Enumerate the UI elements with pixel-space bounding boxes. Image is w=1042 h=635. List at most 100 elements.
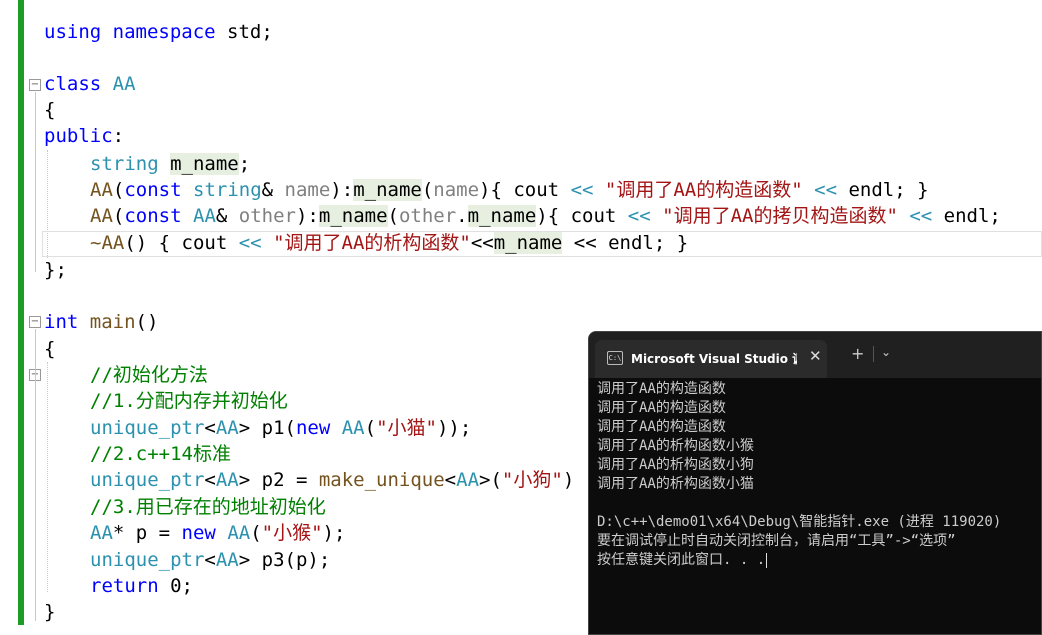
dtor-name: ~AA — [90, 232, 125, 254]
ref: & — [215, 205, 239, 227]
code-line-return: return 0; — [90, 573, 193, 599]
string-literal: "小猴" — [261, 522, 323, 544]
ctor-name: AA — [90, 205, 113, 227]
keyword: const — [124, 205, 182, 227]
code-text: std; — [215, 21, 273, 43]
angle: > — [238, 469, 251, 491]
angle: > — [479, 469, 491, 491]
collapse-main-icon[interactable]: − — [29, 316, 41, 328]
console-output-line: 要在调试停止时自动关闭控制台，请启用“工具”->“选项” — [597, 533, 956, 549]
angle: < — [204, 469, 216, 491]
code-line-class-end: }; — [44, 257, 67, 283]
colon: : — [112, 125, 125, 147]
code-line-class: class AA — [44, 71, 136, 97]
console-tab-title: Microsoft Visual Studio 调试控制台 — [631, 352, 797, 366]
fold-guide-main — [35, 329, 36, 621]
semicolon: ; — [238, 153, 251, 175]
code-line-p1: unique_ptr<AA> p1(new AA("小猫")); — [90, 415, 471, 441]
paren: ( — [364, 417, 377, 439]
paren: ( — [421, 179, 434, 201]
angle: < — [444, 469, 457, 491]
debug-console-window[interactable]: C:\ Microsoft Visual Studio 调试控制台 ✕ + ⌄ … — [588, 331, 1042, 635]
code-line-main: int main() — [44, 309, 158, 335]
console-tab[interactable]: C:\ Microsoft Visual Studio 调试控制台 ✕ — [595, 340, 827, 378]
chevron-down-icon[interactable]: ⌄ — [881, 345, 891, 359]
keyword: return — [90, 575, 159, 597]
code-line-using: using namespace std; — [44, 19, 273, 45]
type-name: AA — [341, 417, 365, 439]
code-line-p3: unique_ptr<AA> p3(p); — [90, 547, 330, 573]
operator: << — [627, 205, 651, 227]
paren: ( — [250, 522, 262, 544]
operator: << — [470, 232, 494, 254]
code-line-brace: { — [44, 97, 55, 123]
code-comment: //初始化方法 — [90, 364, 208, 386]
type-name: string — [90, 153, 159, 175]
dot: . — [456, 205, 468, 227]
brace: } — [44, 601, 56, 623]
string-literal: "调用了AA的析构函数" — [273, 232, 471, 254]
code-line-member: string m_name; — [90, 151, 250, 177]
text-cursor — [766, 552, 768, 568]
code-text: endl; } — [837, 179, 929, 201]
param: name — [284, 179, 331, 201]
keyword: const — [124, 179, 182, 201]
type-name: AA — [215, 469, 239, 491]
code-line-main-end: } — [44, 599, 55, 625]
keyword: new — [295, 417, 331, 439]
operator: << — [909, 205, 933, 227]
console-output-line: D:\c++\demo01\x64\Debug\智能指针.exe (进程 119… — [597, 514, 1002, 530]
operator: << — [570, 179, 594, 201]
operator: << — [814, 179, 838, 201]
keyword: class — [44, 73, 102, 95]
keyword: int — [44, 311, 79, 333]
string-literal: "小猫" — [376, 417, 437, 439]
console-prompt-text: 按任意键关闭此窗口. . . — [597, 552, 766, 568]
brace: }; — [44, 259, 67, 281]
code-text: p1( — [250, 417, 296, 439]
console-prompt-line: 按任意键关闭此窗口. . . — [597, 551, 768, 570]
code-comment: //3.用已存在的地址初始化 — [90, 496, 326, 518]
code-text: p2 = — [250, 469, 319, 491]
close-icon[interactable]: ✕ — [809, 347, 822, 365]
ctor-name: AA — [90, 179, 113, 201]
paren: ( — [490, 469, 502, 491]
type-name: AA — [456, 469, 480, 491]
type-name: unique_ptr — [90, 417, 205, 439]
type-name: unique_ptr — [90, 469, 205, 491]
console-output-line: 调用了AA的析构函数小猴 — [597, 438, 754, 454]
type-name: string — [193, 179, 262, 201]
type-name: AA — [193, 205, 216, 227]
type-name: AA — [90, 522, 113, 544]
punct: ): — [330, 179, 354, 201]
member-name: m_name — [467, 205, 537, 227]
param: name — [433, 179, 480, 201]
new-tab-button[interactable]: + — [851, 344, 864, 363]
paren: ) — [562, 469, 575, 491]
code-text: ); — [322, 522, 346, 544]
terminal-icon: C:\ — [607, 351, 623, 365]
code-line-main-brace: { — [44, 336, 55, 362]
type-name: AA — [215, 549, 239, 571]
fold-guide-class — [35, 92, 36, 272]
punct: ): — [295, 205, 319, 227]
type-name: AA — [215, 417, 239, 439]
angle: < — [204, 417, 216, 439]
console-titlebar[interactable]: C:\ Microsoft Visual Studio 调试控制台 ✕ + ⌄ — [589, 332, 1041, 378]
code-text: * p = — [112, 522, 182, 544]
angle: > — [238, 417, 251, 439]
collapse-class-icon[interactable]: − — [29, 79, 41, 91]
code-line-dtor: ~AA() { cout << "调用了AA的析构函数"<<m_name << … — [90, 230, 688, 256]
console-output-line: 调用了AA的析构函数小狗 — [597, 457, 754, 473]
member-name: m_name — [353, 179, 422, 201]
console-output-line: 调用了AA的析构函数小猫 — [597, 476, 754, 492]
code-text: () { cout — [124, 232, 239, 254]
code-text: )); — [436, 417, 472, 439]
string-literal: "调用了AA的构造函数" — [604, 179, 803, 201]
code-text: ){ cout — [536, 205, 628, 227]
code-line-ctor: AA(const string& name):m_name(name){ cou… — [90, 177, 929, 203]
